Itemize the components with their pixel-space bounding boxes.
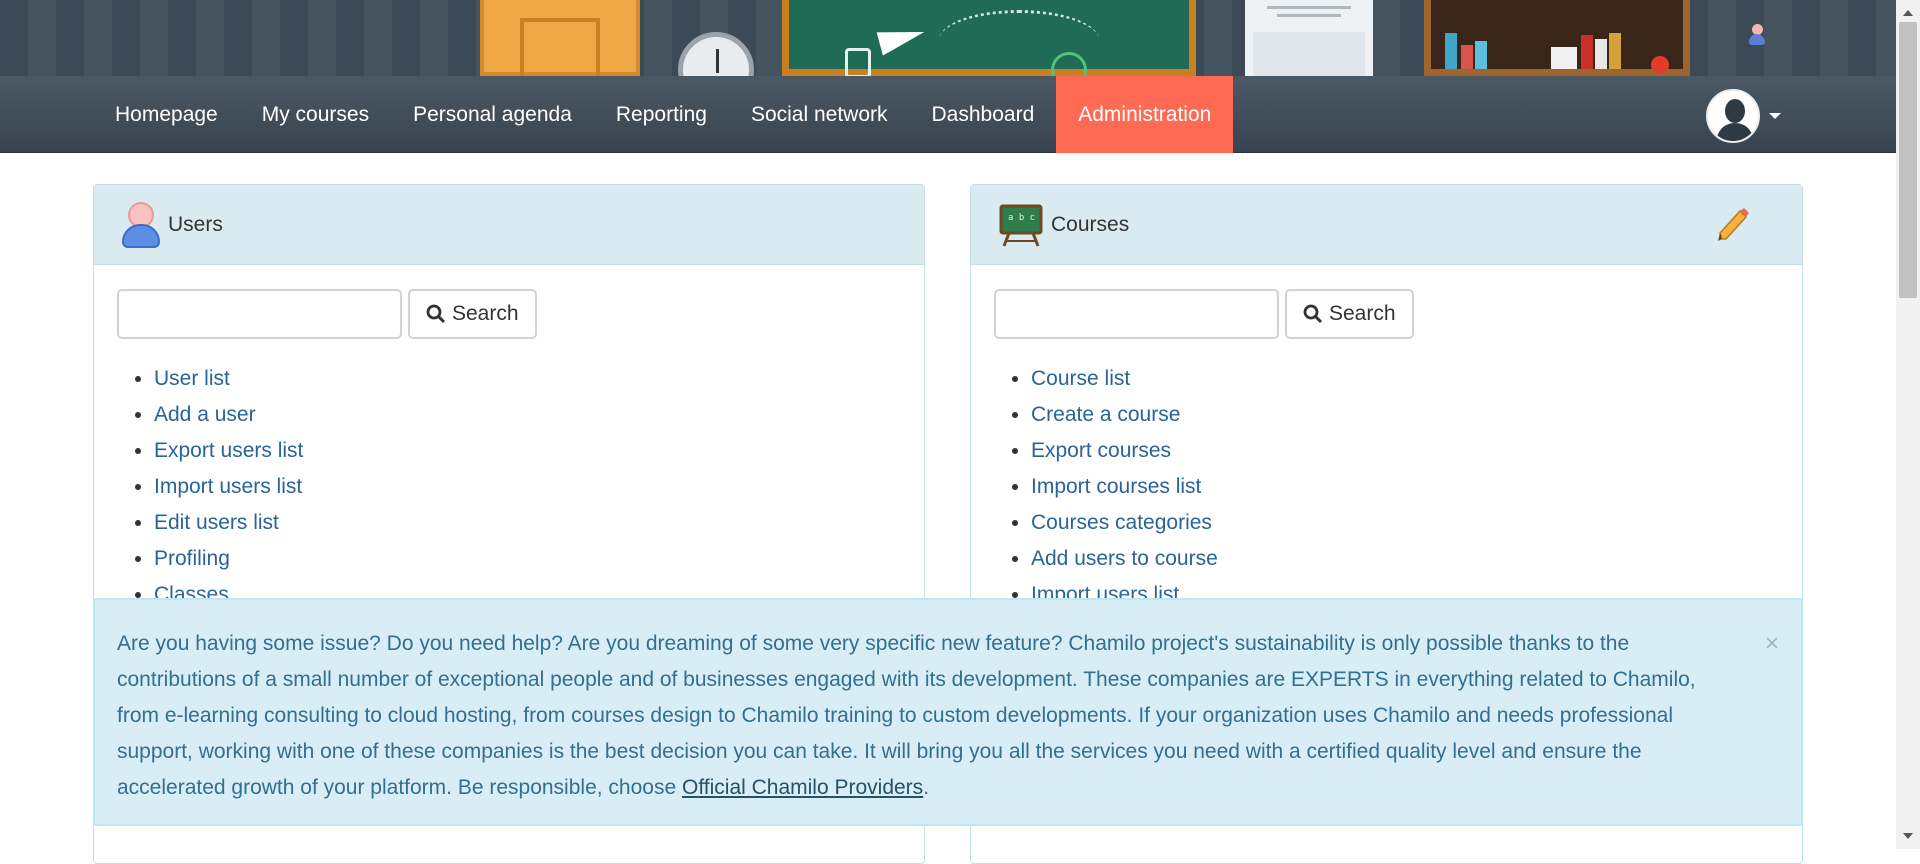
link-course-list[interactable]: Course list <box>1031 367 1130 390</box>
users-search-input[interactable] <box>117 289 402 339</box>
svg-text:a b c: a b c <box>1008 213 1035 223</box>
official-providers-link[interactable]: Official Chamilo Providers <box>682 776 923 799</box>
users-link-list: User list Add a user Export users list I… <box>117 361 901 613</box>
list-item: Course list <box>1031 361 1779 397</box>
nav-item-administration[interactable]: Administration <box>1056 76 1234 153</box>
link-import-courses-list[interactable]: Import courses list <box>1031 475 1201 498</box>
chevron-down-icon[interactable] <box>1769 113 1781 119</box>
nav-item-my-courses[interactable]: My courses <box>240 76 391 153</box>
users-search-button-label: Search <box>452 302 519 325</box>
user-icon <box>122 201 160 248</box>
banner-chalkboard-illustration <box>782 0 1196 76</box>
avatar-silhouette-icon <box>1716 99 1754 141</box>
courses-panel-header: a b c Courses <box>971 185 1802 265</box>
link-courses-categories[interactable]: Courses categories <box>1031 511 1212 534</box>
courses-search-button[interactable]: Search <box>1285 289 1414 339</box>
users-panel-title: Users <box>168 212 223 236</box>
nav-item-social-network[interactable]: Social network <box>729 76 910 153</box>
link-export-users-list[interactable]: Export users list <box>154 439 303 462</box>
pencil-icon[interactable] <box>1716 207 1750 243</box>
nav-menu: Homepage My courses Personal agenda Repo… <box>93 76 1234 153</box>
alert-message: Are you having some issue? Do you need h… <box>117 632 1696 799</box>
banner-door-illustration <box>480 0 640 76</box>
users-search-button[interactable]: Search <box>408 289 537 339</box>
banner-bookshelf-illustration <box>1424 0 1690 76</box>
main-navbar: Homepage My courses Personal agenda Repo… <box>0 76 1896 153</box>
link-export-courses[interactable]: Export courses <box>1031 439 1171 462</box>
nav-item-reporting[interactable]: Reporting <box>594 76 729 153</box>
user-menu-toggle[interactable] <box>1706 89 1781 143</box>
avatar[interactable] <box>1706 89 1760 143</box>
courses-panel-title: Courses <box>1051 212 1130 236</box>
scrollbar-thumb[interactable] <box>1899 22 1917 298</box>
courses-link-list: Course list Create a course Export cours… <box>994 361 1779 613</box>
banner-clock-illustration <box>678 32 754 76</box>
link-add-a-user[interactable]: Add a user <box>154 403 256 426</box>
users-panel-header: Users <box>94 185 924 265</box>
banner-user-icon[interactable] <box>1748 24 1766 46</box>
chamilo-providers-alert: Are you having some issue? Do you need h… <box>93 598 1803 826</box>
list-item: Import courses list <box>1031 469 1779 505</box>
courses-search-input[interactable] <box>994 289 1279 339</box>
scroll-down-icon[interactable] <box>1903 833 1913 839</box>
chalkboard-icon: a b c <box>999 204 1043 247</box>
scroll-up-icon[interactable] <box>1903 10 1913 16</box>
courses-search-button-label: Search <box>1329 302 1396 325</box>
list-item: User list <box>154 361 901 397</box>
link-user-list[interactable]: User list <box>154 367 230 390</box>
list-item: Import users list <box>154 469 901 505</box>
alert-suffix: . <box>923 776 930 799</box>
nav-item-dashboard[interactable]: Dashboard <box>910 76 1057 153</box>
link-add-users-to-course[interactable]: Add users to course <box>1031 547 1218 570</box>
link-edit-users-list[interactable]: Edit users list <box>154 511 279 534</box>
search-icon <box>426 304 446 324</box>
link-import-users-list[interactable]: Import users list <box>154 475 302 498</box>
close-icon[interactable]: × <box>1765 626 1779 662</box>
link-create-a-course[interactable]: Create a course <box>1031 403 1180 426</box>
nav-item-personal-agenda[interactable]: Personal agenda <box>391 76 594 153</box>
list-item: Export users list <box>154 433 901 469</box>
list-item: Add a user <box>154 397 901 433</box>
list-item: Edit users list <box>154 505 901 541</box>
list-item: Export courses <box>1031 433 1779 469</box>
banner-paper-illustration <box>1245 0 1373 76</box>
nav-item-homepage[interactable]: Homepage <box>93 76 240 153</box>
search-icon <box>1303 304 1323 324</box>
list-item: Profiling <box>154 541 901 577</box>
header-banner <box>0 0 1896 76</box>
list-item: Create a course <box>1031 397 1779 433</box>
page-scrollbar[interactable] <box>1896 0 1920 849</box>
link-profiling[interactable]: Profiling <box>154 547 230 570</box>
list-item: Add users to course <box>1031 541 1779 577</box>
list-item: Courses categories <box>1031 505 1779 541</box>
